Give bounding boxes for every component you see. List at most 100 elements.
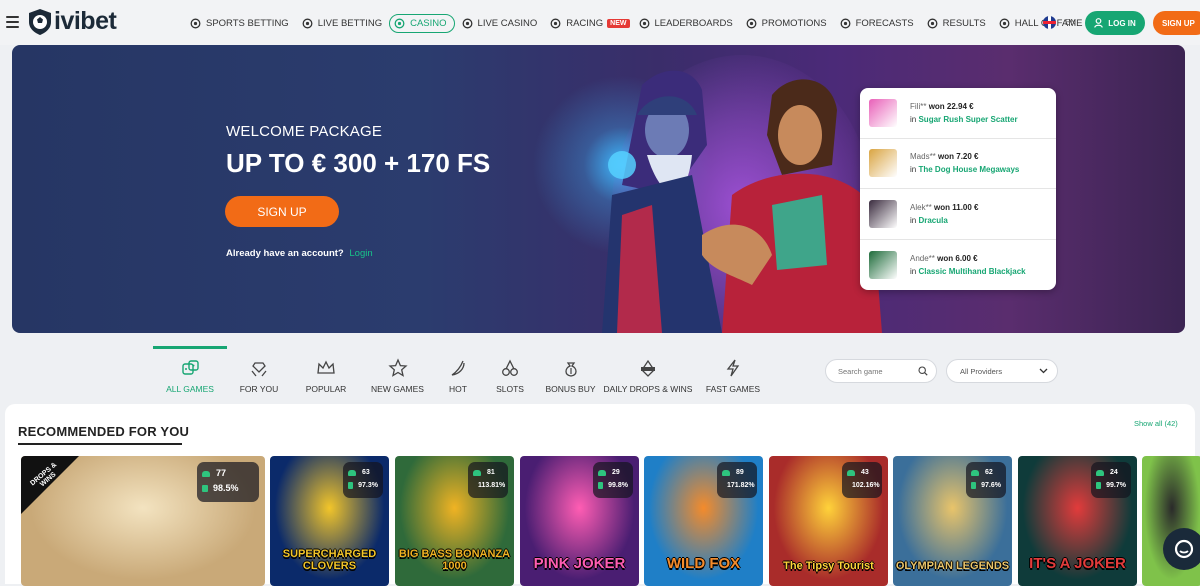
nav-label: PROMOTIONS xyxy=(761,17,827,29)
chevron-down-icon xyxy=(1039,368,1048,374)
casino-chip-icon xyxy=(394,18,405,29)
dice-icon xyxy=(182,360,199,375)
game-tile[interactable]: 24 99.7% IT'S A JOKER xyxy=(1018,456,1137,586)
nav-label: RESULTS xyxy=(942,17,986,29)
search-input[interactable] xyxy=(838,366,918,376)
nav-item-leaderboards[interactable]: LEADERBOARDS xyxy=(639,18,733,29)
rtp-text: 97.3% xyxy=(358,482,378,489)
category-for-you[interactable]: FOR YOU xyxy=(227,346,291,396)
winner-in: in xyxy=(910,215,917,225)
category-all-games[interactable]: ALL GAMES xyxy=(153,346,227,396)
rtp-value: 97.6% xyxy=(971,479,1001,492)
winner-row[interactable]: Fili** won 22.94 € in Sugar Rush Super Sc… xyxy=(860,88,1056,139)
game-search[interactable] xyxy=(825,359,937,383)
rtp-text: 102.16% xyxy=(852,482,880,489)
winner-game-link[interactable]: Dracula xyxy=(918,216,947,225)
players-count: 81 xyxy=(473,466,503,479)
rtp-value: 171.82% xyxy=(722,479,755,492)
rtp-value: 97.3% xyxy=(348,479,378,492)
language-selector[interactable]: EN xyxy=(1043,16,1076,29)
game-thumbnail xyxy=(869,199,897,228)
game-tile[interactable]: 43 102.16% The Tipsy Tourist xyxy=(769,456,888,586)
category-daily-drops-wins[interactable]: DAILY DROPS & WINS xyxy=(603,346,693,396)
welcome-banner[interactable]: WELCOME PACKAGE UP TO € 300 + 170 FS SIG… xyxy=(12,45,1185,333)
winner-game-link[interactable]: Sugar Rush Super Scatter xyxy=(918,115,1017,124)
players-value: 89 xyxy=(736,469,744,476)
login-button[interactable]: LOG IN xyxy=(1085,11,1145,35)
game-tile[interactable]: 89 171.82% WILD FOX xyxy=(644,456,763,586)
players-value: 81 xyxy=(487,469,495,476)
providers-dropdown[interactable]: All Providers xyxy=(946,359,1058,383)
trophy-person-icon xyxy=(999,18,1010,29)
game-tile[interactable]: 62 97.6% OLYMPIAN LEGENDS xyxy=(893,456,1012,586)
players-value: 77 xyxy=(216,468,227,478)
game-tile[interactable]: 29 99.8% PINK JOKER xyxy=(520,456,639,586)
winner-text: Fili** won 22.94 € in Sugar Rush Super Sc… xyxy=(910,100,1018,126)
category-fast-games[interactable]: FAST GAMES xyxy=(693,346,773,396)
nav-item-live-betting[interactable]: LIVE BETTING xyxy=(302,18,382,29)
game-thumbnail xyxy=(869,250,897,279)
nav-item-live-casino[interactable]: LIVE CASINO xyxy=(462,18,537,29)
category-bonus-buy[interactable]: BONUS BUY xyxy=(538,346,603,396)
chili-icon xyxy=(451,360,465,376)
winner-in: in xyxy=(910,165,917,175)
winner-text: Alek** won 11.00 € in Dracula xyxy=(910,201,979,227)
winner-text: Ande** won 6.00 € in Classic Multihand Bl… xyxy=(910,252,1026,278)
nav-item-results[interactable]: RESULTS xyxy=(927,18,986,29)
show-all-link[interactable]: Show all (42) xyxy=(1134,419,1178,428)
game-stats: 63 97.3% xyxy=(343,462,383,498)
show-all-label: Show all xyxy=(1134,419,1163,428)
game-tile[interactable]: DROPS & WINS 77 98.5% xyxy=(21,456,265,586)
players-icon xyxy=(971,469,979,476)
winner-in: in xyxy=(910,114,917,124)
game-stats: 77 98.5% xyxy=(197,462,259,502)
uk-flag-icon xyxy=(1043,16,1056,29)
players-value: 62 xyxy=(985,469,993,476)
winner-row[interactable]: Alek** won 11.00 € in Dracula xyxy=(860,189,1056,240)
live-chat-button[interactable] xyxy=(1163,528,1200,570)
soccer-ball-icon xyxy=(190,18,201,29)
nav-item-racing[interactable]: RACING NEW xyxy=(550,18,630,29)
chat-bubble-icon xyxy=(1174,539,1194,559)
winner-row[interactable]: Mads** won 7.20 € in The Dog House Megawa… xyxy=(860,139,1056,189)
rtp-text: 99.8% xyxy=(608,482,628,489)
nav-item-sports-betting[interactable]: SPORTS BETTING xyxy=(190,18,289,29)
category-popular[interactable]: POPULAR xyxy=(291,346,361,396)
cherries-icon xyxy=(502,359,518,376)
search-icon[interactable] xyxy=(918,366,928,376)
signup-banner-button[interactable]: SIGN UP xyxy=(225,196,339,227)
top-header: ivibet SPORTS BETTING LIVE BETTING CASINO L… xyxy=(0,0,1200,45)
welcome-heading: WELCOME PACKAGE xyxy=(226,123,383,140)
login-link[interactable]: Login xyxy=(349,248,372,259)
signup-header-button[interactable]: SIGN UP xyxy=(1153,11,1200,35)
rtp-icon xyxy=(202,485,208,492)
rtp-text: 97.6% xyxy=(981,482,1001,489)
winner-game-link[interactable]: The Dog House Megaways xyxy=(918,165,1019,174)
category-new-games[interactable]: NEW GAMES xyxy=(361,346,434,396)
game-tile[interactable]: 63 97.3% SUPERCHARGED CLOVERS xyxy=(270,456,389,586)
nav-item-forecasts[interactable]: FORECASTS xyxy=(840,18,914,29)
brand-logo[interactable]: ivibet xyxy=(27,7,117,36)
players-count: 43 xyxy=(847,466,877,479)
players-value: 24 xyxy=(1110,469,1118,476)
category-hot[interactable]: HOT xyxy=(434,346,482,396)
signup-label: SIGN UP xyxy=(1162,18,1195,28)
players-count: 77 xyxy=(202,466,254,481)
game-stats: 62 97.6% xyxy=(966,462,1006,498)
category-label: FAST GAMES xyxy=(705,384,761,394)
rtp-text: 171.82% xyxy=(727,482,755,489)
nav-item-promotions[interactable]: PROMOTIONS xyxy=(746,18,827,29)
winner-row[interactable]: Ande** won 6.00 € in Classic Multihand Bl… xyxy=(860,240,1056,291)
game-title: SUPERCHARGED CLOVERS xyxy=(282,548,377,572)
crown-icon xyxy=(317,360,335,374)
nav-item-casino[interactable]: CASINO xyxy=(389,13,455,33)
game-tile[interactable]: 81 113.81% BIG BASS BONANZA 1000 xyxy=(395,456,514,586)
game-title: WILD FOX xyxy=(666,555,741,572)
category-slots[interactable]: SLOTS xyxy=(482,346,538,396)
players-count: 24 xyxy=(1096,466,1126,479)
rtp-icon xyxy=(971,482,977,489)
language-code: EN xyxy=(1065,18,1077,27)
winner-game-link[interactable]: Classic Multihand Blackjack xyxy=(918,267,1025,276)
menu-icon[interactable] xyxy=(6,16,19,28)
game-title: IT'S A JOKER xyxy=(1029,555,1126,572)
